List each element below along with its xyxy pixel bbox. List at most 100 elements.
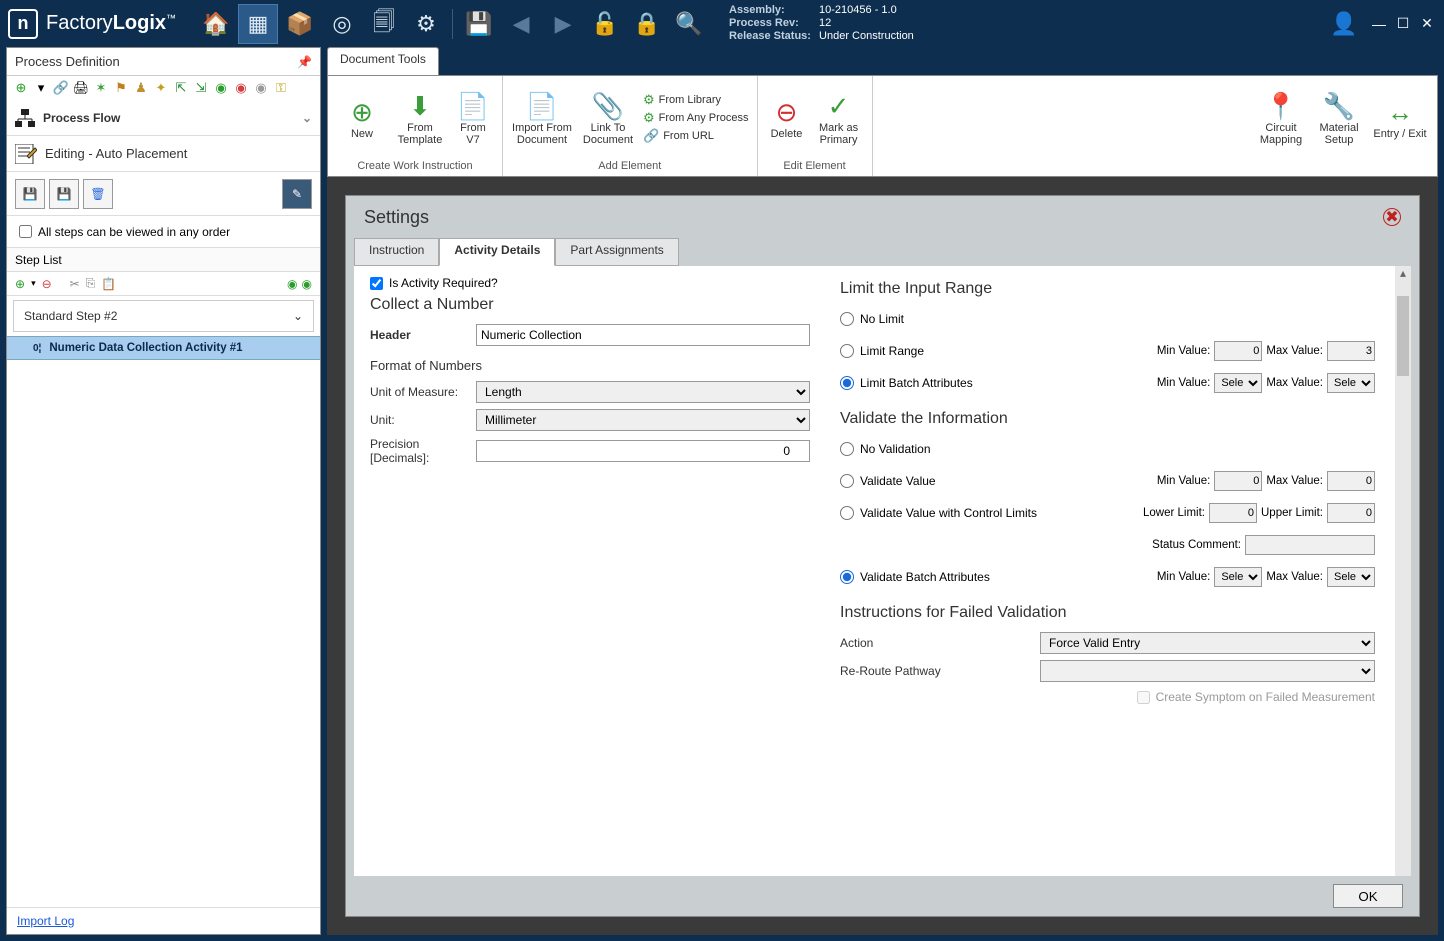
person-icon[interactable]: ♟ bbox=[133, 80, 149, 96]
uom-select[interactable]: Length bbox=[476, 381, 810, 403]
action-select[interactable]: Force Valid Entry bbox=[1040, 632, 1375, 654]
box-icon[interactable]: 📦 bbox=[280, 4, 320, 44]
paste-icon[interactable]: 📋 bbox=[101, 277, 116, 291]
document-tools-tab[interactable]: Document Tools bbox=[327, 47, 439, 75]
home-icon[interactable]: 🏠 bbox=[196, 4, 236, 44]
document-icon[interactable]: 🗐 bbox=[364, 4, 404, 44]
from-url-button[interactable]: 🔗From URL bbox=[643, 128, 749, 144]
validate-batch-radio[interactable] bbox=[840, 570, 854, 584]
limit-range-min[interactable] bbox=[1214, 341, 1262, 361]
tab-activity-details[interactable]: Activity Details bbox=[439, 238, 555, 266]
save-step-icon[interactable]: 💾 bbox=[15, 179, 45, 209]
key-icon[interactable]: ⚿ bbox=[273, 80, 289, 96]
header-label: Header bbox=[370, 328, 476, 342]
is-required-label: Is Activity Required? bbox=[389, 276, 498, 290]
add-icon[interactable]: ⊕ bbox=[13, 80, 29, 96]
new-button[interactable]: ⊕New bbox=[336, 96, 388, 140]
delete-button[interactable]: ⊖Delete bbox=[766, 96, 808, 140]
all-steps-label: All steps can be viewed in any order bbox=[38, 225, 230, 239]
user-icon[interactable]: 👤 bbox=[1324, 4, 1364, 44]
from-v7-button[interactable]: 📄From V7 bbox=[452, 90, 494, 146]
dropdown-icon[interactable]: ▾ bbox=[33, 80, 49, 96]
circle3-icon[interactable]: ◉ bbox=[253, 80, 269, 96]
is-required-checkbox[interactable] bbox=[370, 277, 383, 290]
unit-select[interactable]: Millimeter bbox=[476, 409, 810, 431]
collapse-icon[interactable]: ⌄ bbox=[302, 111, 312, 125]
cut-icon[interactable]: ✂ bbox=[70, 277, 80, 291]
edit-mode-icon[interactable]: ✎ bbox=[282, 179, 312, 209]
circle2-icon[interactable]: ◉ bbox=[233, 80, 249, 96]
import-log-link[interactable]: Import Log bbox=[17, 914, 74, 928]
bug-icon[interactable]: ✶ bbox=[93, 80, 109, 96]
close-button[interactable]: ✕ bbox=[1418, 15, 1436, 33]
link-to-doc-button[interactable]: 📎Link To Document bbox=[579, 90, 637, 146]
collapse-all-icon[interactable]: ◉ bbox=[302, 277, 312, 291]
validate-max[interactable] bbox=[1327, 471, 1375, 491]
save-blue-icon[interactable]: 💾 bbox=[49, 179, 79, 209]
validate-ctrl-radio[interactable] bbox=[840, 506, 854, 520]
trash-icon[interactable]: 🗑 bbox=[83, 179, 113, 209]
lower-limit[interactable] bbox=[1209, 503, 1257, 523]
export-icon[interactable]: ⇱ bbox=[173, 80, 189, 96]
import-icon[interactable]: ⇲ bbox=[193, 80, 209, 96]
validate-min[interactable] bbox=[1214, 471, 1262, 491]
import-from-doc-button[interactable]: 📄Import From Document bbox=[511, 90, 573, 146]
target-icon[interactable]: ◎ bbox=[322, 4, 362, 44]
step-item[interactable]: Standard Step #2 ⌄ bbox=[13, 300, 314, 332]
star-icon[interactable]: ✦ bbox=[153, 80, 169, 96]
upper-limit[interactable] bbox=[1327, 503, 1375, 523]
validate-batch-min[interactable]: Sele... bbox=[1214, 567, 1262, 587]
tab-part-assignments[interactable]: Part Assignments bbox=[555, 238, 678, 266]
from-any-process-button[interactable]: ⚙From Any Process bbox=[643, 110, 749, 126]
expand-icon[interactable]: ◉ bbox=[287, 277, 297, 291]
material-setup-button[interactable]: 🔧Material Setup bbox=[1313, 90, 1365, 146]
circle1-icon[interactable]: ◉ bbox=[213, 80, 229, 96]
print-icon[interactable]: 🖨 bbox=[73, 80, 89, 96]
lock-icon[interactable]: 🔒 bbox=[627, 4, 667, 44]
limit-batch-max[interactable]: Sele... bbox=[1327, 373, 1375, 393]
header-input[interactable] bbox=[476, 324, 810, 346]
limit-batch-radio[interactable] bbox=[840, 376, 854, 390]
limit-batch-min[interactable]: Sele... bbox=[1214, 373, 1262, 393]
scrollbar[interactable]: ▴ bbox=[1395, 266, 1411, 876]
uom-label: Unit of Measure: bbox=[370, 385, 476, 399]
gear-icon[interactable]: ⚙ bbox=[406, 4, 446, 44]
all-steps-checkbox[interactable] bbox=[19, 225, 32, 238]
maximize-button[interactable]: ☐ bbox=[1394, 15, 1412, 33]
reroute-select[interactable] bbox=[1040, 660, 1375, 682]
entry-exit-button[interactable]: ↔Entry / Exit bbox=[1371, 96, 1429, 140]
validate-batch-max[interactable]: Sele... bbox=[1327, 567, 1375, 587]
no-validation-radio[interactable] bbox=[840, 442, 854, 456]
unlock-icon[interactable]: 🔓 bbox=[585, 4, 625, 44]
remove-step-icon[interactable]: ⊖ bbox=[42, 277, 52, 291]
back-icon[interactable]: ◀ bbox=[501, 4, 541, 44]
forward-icon[interactable]: ▶ bbox=[543, 4, 583, 44]
all-steps-checkbox-row[interactable]: All steps can be viewed in any order bbox=[7, 216, 320, 248]
limit-range-radio[interactable] bbox=[840, 344, 854, 358]
circuit-mapping-button[interactable]: 📍Circuit Mapping bbox=[1255, 90, 1307, 146]
limit-range-max[interactable] bbox=[1327, 341, 1375, 361]
status-comment-input[interactable] bbox=[1245, 535, 1375, 555]
copy-icon[interactable]: ⎘ bbox=[86, 276, 96, 291]
save-icon[interactable]: 💾 bbox=[459, 4, 499, 44]
grid-icon[interactable]: ▦ bbox=[238, 4, 278, 44]
search-icon[interactable]: 🔍 bbox=[669, 4, 709, 44]
precision-input[interactable] bbox=[476, 440, 810, 462]
no-limit-radio[interactable] bbox=[840, 312, 854, 326]
add-step-icon[interactable]: ⊕ bbox=[15, 277, 25, 291]
ok-button[interactable]: OK bbox=[1333, 884, 1403, 908]
link-icon[interactable]: 🔗 bbox=[53, 80, 69, 96]
pin-icon[interactable]: 📌 bbox=[297, 55, 312, 69]
from-template-button[interactable]: ⬇From Template bbox=[394, 90, 446, 146]
titlebar: n FactoryLogix™ 🏠 ▦ 📦 ◎ 🗐 ⚙ 💾 ◀ ▶ 🔓 🔒 🔍 … bbox=[0, 0, 1444, 47]
validate-value-radio[interactable] bbox=[840, 474, 854, 488]
chevron-down-icon: ⌄ bbox=[293, 309, 303, 323]
mark-primary-button[interactable]: ✓Mark as Primary bbox=[814, 90, 864, 146]
process-flow-header[interactable]: Process Flow ⌄ bbox=[7, 100, 320, 136]
close-dialog-icon[interactable]: ✖ bbox=[1383, 208, 1401, 226]
from-library-button[interactable]: ⚙From Library bbox=[643, 92, 749, 108]
tab-instruction[interactable]: Instruction bbox=[354, 238, 439, 266]
minimize-button[interactable]: — bbox=[1370, 15, 1388, 33]
activity-item[interactable]: 0¦ Numeric Data Collection Activity #1 bbox=[7, 336, 320, 360]
flag-icon[interactable]: ⚑ bbox=[113, 80, 129, 96]
